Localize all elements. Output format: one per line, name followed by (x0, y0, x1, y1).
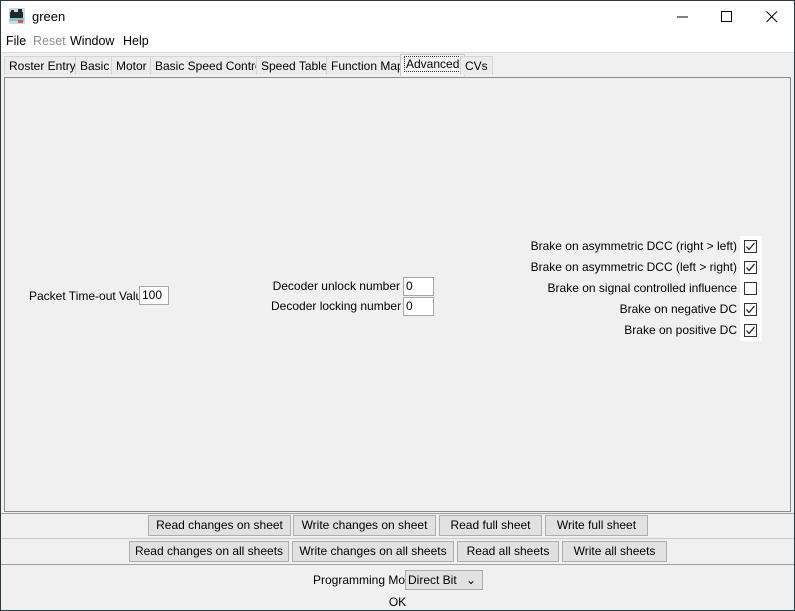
maximize-icon (720, 10, 732, 22)
decoder-unlock-field[interactable]: 0 (403, 277, 434, 296)
packet-timeout-label: Packet Time-out Value (29, 289, 149, 303)
maximize-button[interactable] (704, 1, 749, 32)
minimize-button[interactable] (660, 1, 705, 32)
tab-label: Basic Speed Control (155, 59, 265, 73)
menu-window[interactable]: Window (70, 34, 114, 48)
tab-label: Roster Entry (9, 59, 76, 73)
tab-basic[interactable]: Basic (75, 56, 115, 75)
checkmark-icon (746, 305, 755, 314)
window-title: green (32, 9, 66, 24)
tab-label: Speed Table (261, 59, 328, 73)
menu-reset[interactable]: Reset (33, 34, 66, 48)
brake-option-label: Brake on positive DC (624, 323, 737, 337)
decoder-locking-label: Decoder locking number (271, 299, 402, 313)
brake-option-checkbox[interactable] (744, 303, 757, 316)
brake-option-checkbox[interactable] (744, 324, 757, 337)
write-changes-on-sheet-button[interactable]: Write changes on sheet (293, 515, 436, 536)
tab-speed-table[interactable]: Speed Table (256, 56, 333, 75)
read-full-sheet-button[interactable]: Read full sheet (439, 515, 542, 536)
brake-option-checkbox-cell (740, 257, 762, 278)
brake-option-checkbox-cell (740, 236, 762, 257)
close-button[interactable] (749, 1, 794, 32)
locomotive-icon (9, 8, 25, 24)
tab-roster-entry[interactable]: Roster Entry (4, 56, 81, 75)
brake-option-checkbox-cell (740, 299, 762, 320)
packet-timeout-field[interactable]: 100 (139, 286, 169, 305)
separator (1, 513, 794, 514)
tab-label: Advanced (403, 56, 462, 72)
tab-basic-speed-control[interactable]: Basic Speed Control (150, 56, 270, 75)
decoder-programmer-window: green File Reset Window Help Roster Entr… (0, 0, 795, 611)
brake-option-checkbox[interactable] (744, 282, 757, 295)
separator (1, 564, 794, 565)
tab-label: Motor (116, 59, 147, 73)
write-full-sheet-button[interactable]: Write full sheet (545, 515, 648, 536)
tab-label: CVs (465, 59, 488, 73)
read-changes-on-all-sheets-button[interactable]: Read changes on all sheets (129, 541, 289, 562)
tab-cvs[interactable]: CVs (460, 56, 493, 75)
brake-option-label: Brake on asymmetric DCC (right > left) (530, 239, 737, 253)
brake-option-label: Brake on asymmetric DCC (left > right) (530, 260, 737, 274)
programming-mode-select[interactable]: Direct Bit ⌄ (405, 570, 483, 590)
close-icon (765, 10, 777, 22)
read-all-sheets-button[interactable]: Read all sheets (457, 541, 559, 562)
decoder-locking-field[interactable]: 0 (403, 297, 434, 316)
write-changes-on-all-sheets-button[interactable]: Write changes on all sheets (292, 541, 454, 562)
brake-option-checkbox-cell (740, 320, 762, 341)
ok-button[interactable]: OK (1, 595, 794, 610)
brake-option-checkbox[interactable] (744, 240, 757, 253)
separator (1, 538, 794, 539)
programming-mode-value: Direct Bit (408, 573, 457, 587)
tab-bar: Roster Entry Basic Motor Basic Speed Con… (1, 53, 794, 77)
decoder-unlock-label: Decoder unlock number (272, 279, 400, 293)
read-changes-on-sheet-button[interactable]: Read changes on sheet (148, 515, 291, 536)
minimize-icon (676, 16, 688, 17)
brake-option-checkbox[interactable] (744, 261, 757, 274)
write-all-sheets-button[interactable]: Write all sheets (562, 541, 667, 562)
tab-label: Basic (80, 59, 110, 73)
brake-option-label: Brake on negative DC (619, 302, 737, 316)
brake-option-label: Brake on signal controlled influence (547, 281, 737, 295)
tab-advanced[interactable]: Advanced (400, 54, 466, 76)
checkmark-icon (746, 242, 755, 251)
tab-motor[interactable]: Motor (111, 56, 152, 75)
menu-bar: File Reset Window Help (1, 32, 794, 53)
checkmark-icon (746, 263, 755, 272)
chevron-down-icon: ⌄ (465, 573, 476, 587)
menu-file[interactable]: File (6, 34, 26, 48)
brake-option-checkbox-cell (740, 278, 762, 299)
menu-help[interactable]: Help (123, 34, 149, 48)
programming-mode-label: Programming Mode (313, 573, 419, 587)
tab-label: Function Map (331, 59, 404, 73)
title-bar: green (1, 1, 794, 32)
checkmark-icon (746, 326, 755, 335)
tab-function-map[interactable]: Function Map (326, 56, 409, 75)
